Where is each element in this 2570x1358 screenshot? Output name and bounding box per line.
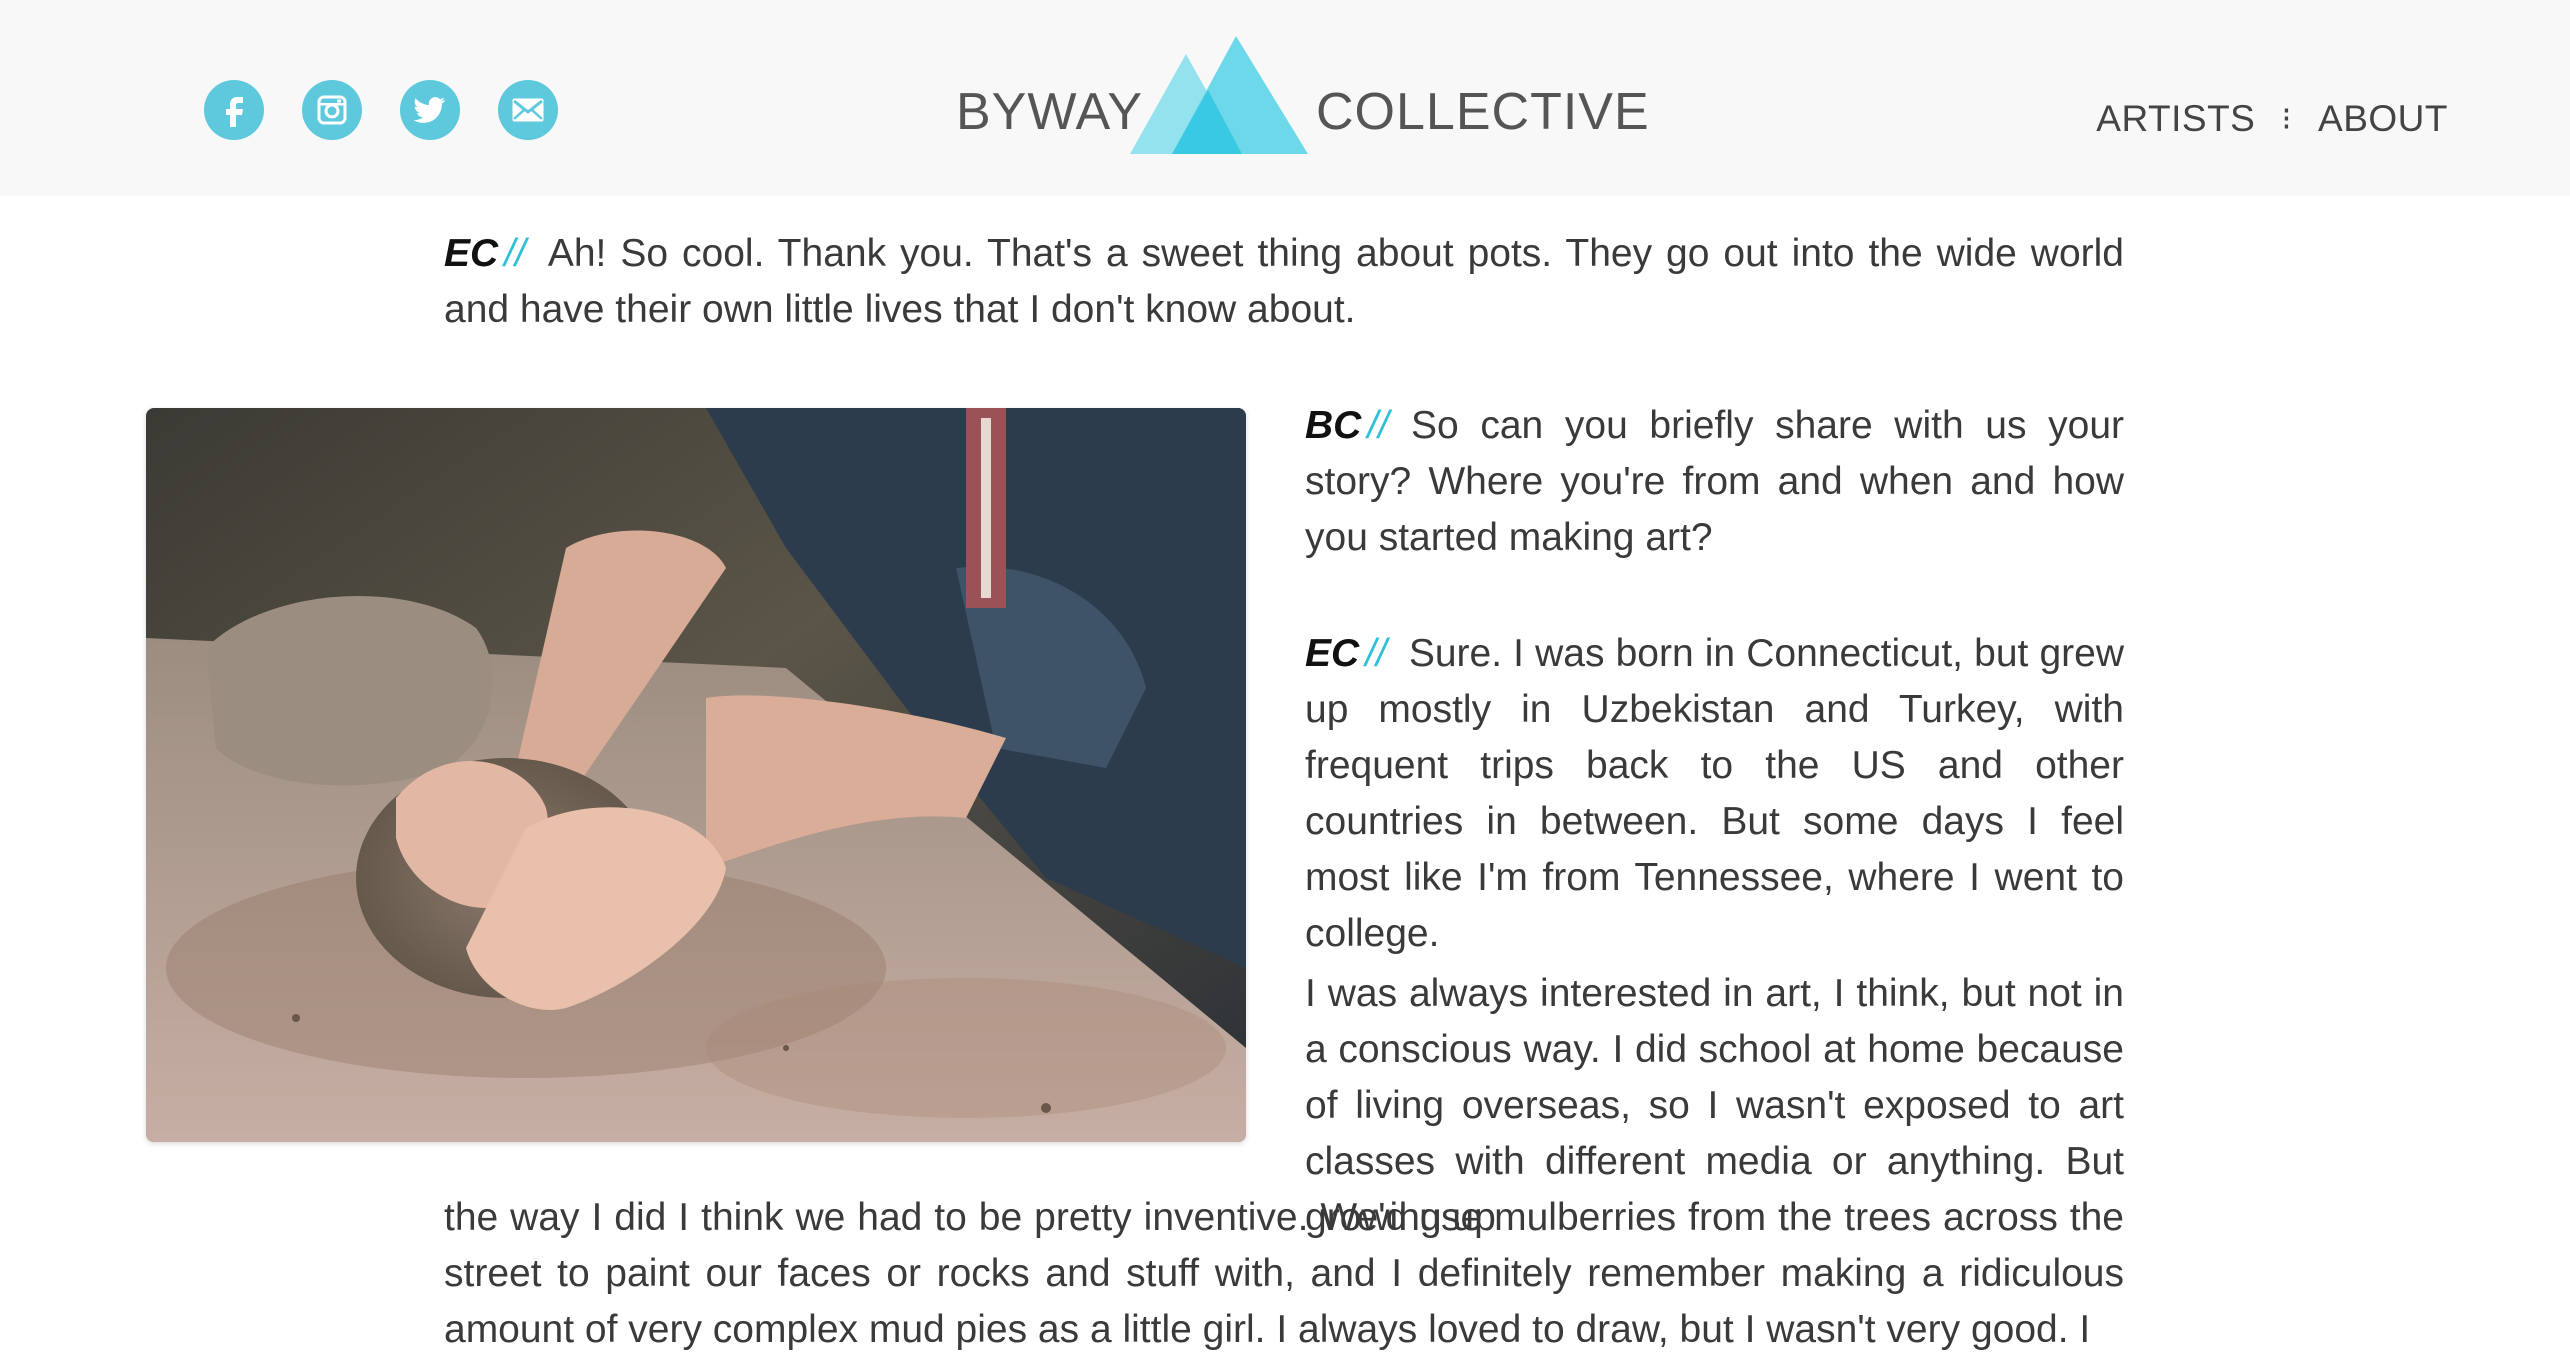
main-nav: ARTISTS ⁝ ABOUT xyxy=(2096,98,2448,140)
speaker-divider: // xyxy=(1367,404,1390,447)
interview-paragraph: EC//Sure. I was born in Connecticut, but… xyxy=(1305,626,2124,962)
interview-paragraph: BC//So can you briefly share with us you… xyxy=(1305,398,2124,566)
social-links xyxy=(204,80,558,140)
nav-separator: ⁝ xyxy=(2281,101,2293,137)
clay-wedging-image xyxy=(146,408,1246,1142)
instagram-icon xyxy=(317,95,347,125)
nav-artists[interactable]: ARTISTS xyxy=(2096,98,2255,140)
instagram-link[interactable] xyxy=(302,80,362,140)
speaker-label: EC xyxy=(444,232,499,275)
facebook-link[interactable] xyxy=(204,80,264,140)
logo-text-byway: BYWAY xyxy=(956,83,1144,141)
speaker-label: EC xyxy=(1305,632,1360,675)
paragraph-text: Sure. I was born in Connecticut, but gre… xyxy=(1305,632,2124,955)
paragraph-text: So can you briefly share with us your st… xyxy=(1305,404,2124,559)
pottery-photo xyxy=(146,408,1246,1142)
logo-text-collective: COLLECTIVE xyxy=(1316,83,1650,141)
speaker-label: BC xyxy=(1305,404,1362,447)
mail-icon xyxy=(512,98,544,122)
interview-paragraph: EC//Ah! So cool. Thank you. That's a swe… xyxy=(444,226,2124,338)
article-body: EC//Ah! So cool. Thank you. That's a swe… xyxy=(0,196,2570,1352)
facebook-icon xyxy=(226,97,243,127)
nav-about[interactable]: ABOUT xyxy=(2318,98,2448,140)
paragraph-text: the way I did I think we had to be prett… xyxy=(444,1196,2124,1351)
interview-paragraph: the way I did I think we had to be prett… xyxy=(444,1190,2124,1358)
speaker-divider: // xyxy=(504,232,526,275)
mountain-logo-icon xyxy=(1130,36,1308,154)
email-link[interactable] xyxy=(498,80,558,140)
twitter-icon xyxy=(413,97,446,123)
paragraph-text: Ah! So cool. Thank you. That's a sweet t… xyxy=(444,232,2124,331)
twitter-link[interactable] xyxy=(400,80,460,140)
site-logo[interactable]: BYWAY COLLECTIVE xyxy=(956,34,1649,158)
speaker-divider: // xyxy=(1365,632,1387,675)
site-header: BYWAY COLLECTIVE ARTISTS ⁝ ABOUT xyxy=(0,0,2570,196)
